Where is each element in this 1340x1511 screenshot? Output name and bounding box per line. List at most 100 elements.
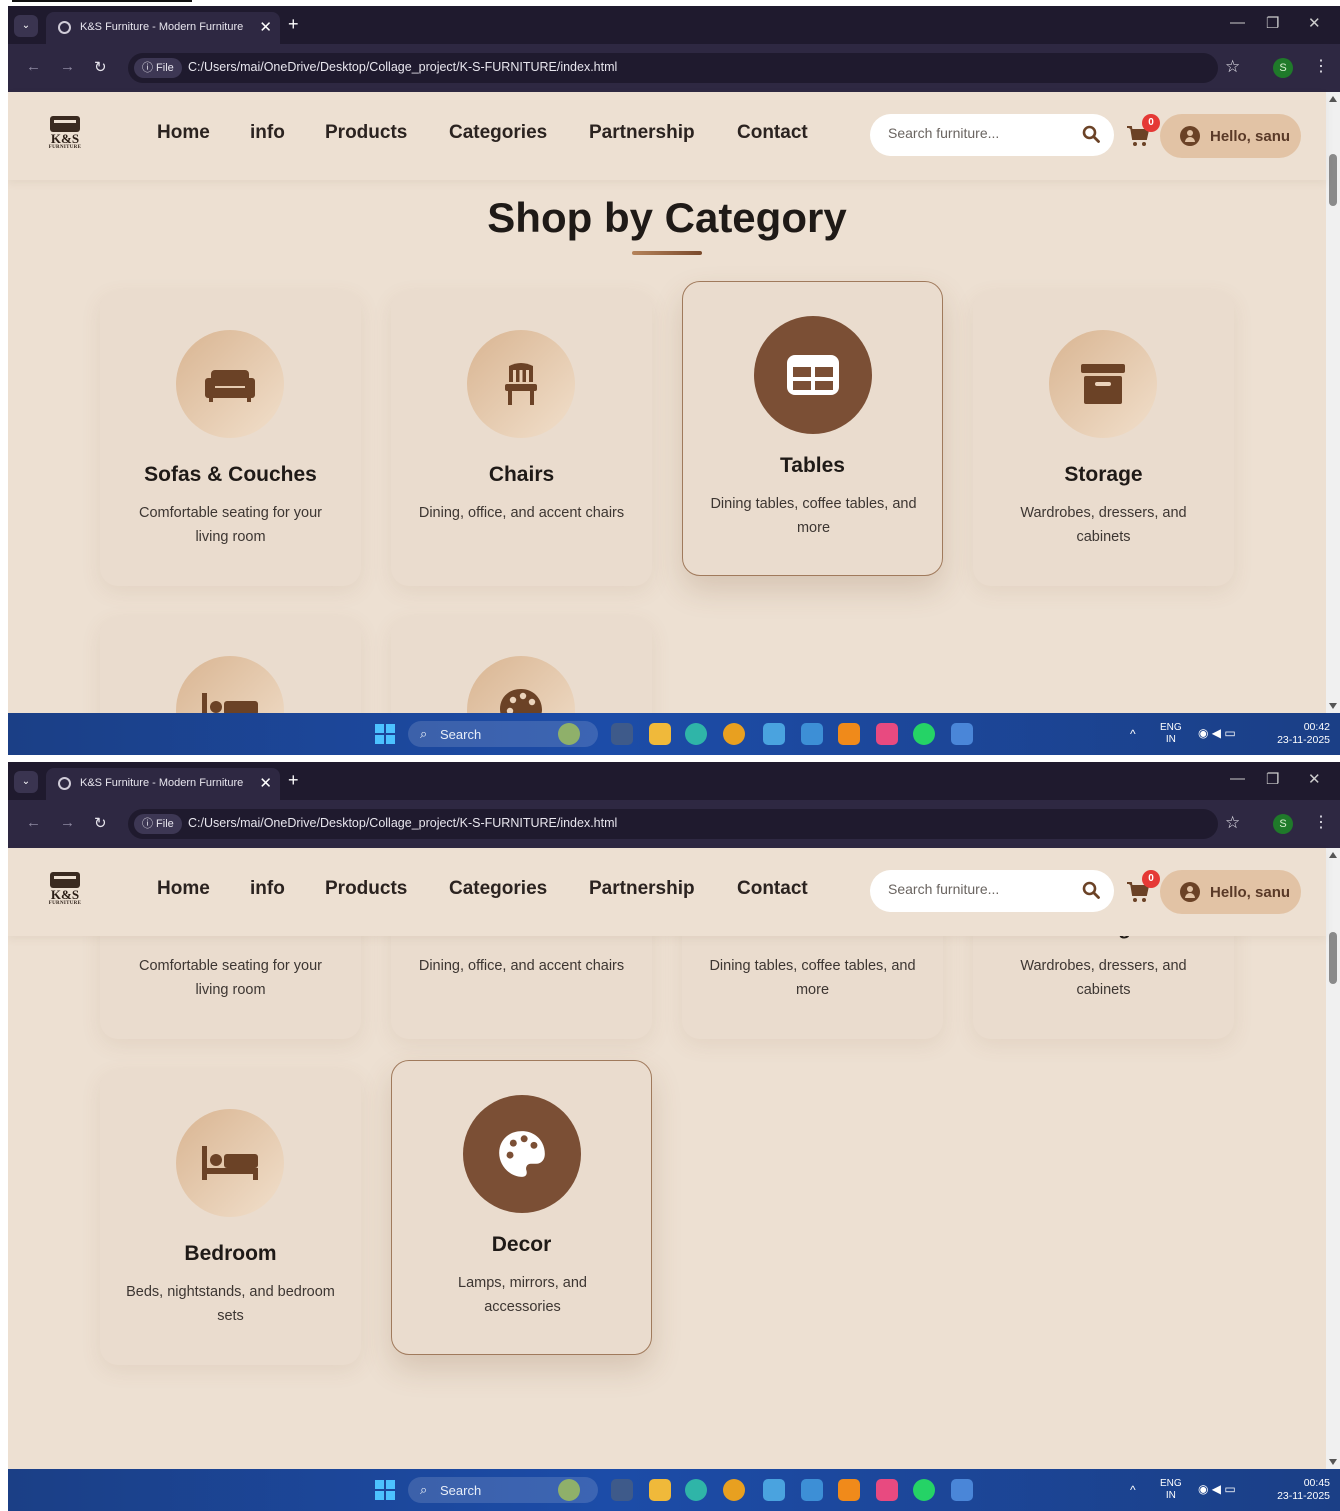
windows-taskbar: ⌕ Search ^ ENG IN ◉ ◀ ▭ 00:45 23-11-2025 <box>8 1469 1340 1511</box>
page-scrollbar[interactable] <box>1326 92 1340 713</box>
xampp-icon[interactable] <box>876 1479 898 1501</box>
file-explorer-icon[interactable] <box>649 1479 671 1501</box>
minimize-icon[interactable]: — <box>1230 14 1245 31</box>
nav-products[interactable]: Products <box>325 878 407 900</box>
nav-info[interactable]: info <box>250 878 285 900</box>
edge-icon[interactable] <box>685 1479 707 1501</box>
forward-icon[interactable]: → <box>60 814 75 831</box>
nav-partnership[interactable]: Partnership <box>589 878 695 900</box>
category-card-chairs[interactable]: Chairs Dining, office, and accent chairs <box>391 291 652 586</box>
search-icon[interactable] <box>1082 881 1100 899</box>
vlc-icon[interactable] <box>838 1479 860 1501</box>
back-icon[interactable]: ← <box>26 814 41 831</box>
nav-categories[interactable]: Categories <box>449 122 547 144</box>
restore-icon[interactable]: ❐ <box>1266 14 1279 32</box>
category-card-tables[interactable]: Tables Dining tables, coffee tables, and… <box>682 281 943 576</box>
snipping-tool-icon[interactable] <box>611 723 633 745</box>
taskbar-clock[interactable]: 00:42 23-11-2025 <box>1277 721 1330 747</box>
notepad-icon[interactable] <box>801 1479 823 1501</box>
url-field[interactable]: ⓘ File C:/Users/mai/OneDrive/Desktop/Col… <box>128 53 1218 83</box>
taskbar-clock[interactable]: 00:45 23-11-2025 <box>1277 1477 1330 1503</box>
widgets-icon[interactable] <box>558 723 580 745</box>
category-card-storage[interactable]: Storage Wardrobes, dressers, and cabinet… <box>973 291 1234 586</box>
nav-partnership[interactable]: Partnership <box>589 122 695 144</box>
python-icon[interactable] <box>763 1479 785 1501</box>
new-tab-button[interactable]: + <box>288 770 299 791</box>
menu-kebab-icon[interactable]: ⋮ <box>1313 812 1329 832</box>
close-tab-icon[interactable]: ✕ <box>259 774 272 792</box>
tab-search-button[interactable]: ⌄ <box>14 15 38 37</box>
user-menu-button[interactable]: Hello, sanu <box>1160 870 1301 914</box>
reload-icon[interactable]: ↻ <box>94 58 107 76</box>
page-scrollbar[interactable] <box>1326 848 1340 1469</box>
back-icon[interactable]: ← <box>26 58 41 75</box>
site-logo[interactable]: K&S FURNITURE <box>40 116 90 156</box>
scroll-up-icon[interactable] <box>1329 96 1337 102</box>
nav-home[interactable]: Home <box>157 878 210 900</box>
nav-home[interactable]: Home <box>157 122 210 144</box>
browser-tab[interactable]: K&S Furniture - Modern Furniture ✕ <box>46 768 280 800</box>
language-indicator[interactable]: ENG IN <box>1160 722 1182 746</box>
close-tab-icon[interactable]: ✕ <box>259 18 272 36</box>
language-indicator[interactable]: ENG IN <box>1160 1478 1182 1502</box>
close-window-icon[interactable]: ✕ <box>1308 14 1321 32</box>
tab-search-button[interactable]: ⌄ <box>14 771 38 793</box>
file-explorer-icon[interactable] <box>649 723 671 745</box>
profile-avatar[interactable]: S <box>1273 58 1293 78</box>
wifi-volume-battery-icon[interactable]: ◉ ◀ ▭ <box>1198 727 1236 739</box>
site-info-chip[interactable]: ⓘ File <box>134 58 182 78</box>
url-field[interactable]: ⓘ File C:/Users/mai/OneDrive/Desktop/Col… <box>128 809 1218 839</box>
whatsapp-icon[interactable] <box>913 723 935 745</box>
new-tab-button[interactable]: + <box>288 14 299 35</box>
xampp-icon[interactable] <box>876 723 898 745</box>
reload-icon[interactable]: ↻ <box>94 814 107 832</box>
bookmark-star-icon[interactable]: ☆ <box>1225 57 1240 77</box>
app-icon[interactable] <box>951 723 973 745</box>
chrome-icon[interactable] <box>723 723 745 745</box>
scroll-up-icon[interactable] <box>1329 852 1337 858</box>
category-card-bedroom[interactable]: Bedroom Beds, nightstands, and bedroom s… <box>100 1070 361 1365</box>
category-card-decor[interactable]: Decor Lamps, mirrors, and accessories <box>391 1060 652 1355</box>
nav-contact[interactable]: Contact <box>737 122 808 144</box>
site-logo[interactable]: K&S FURNITURE <box>40 872 90 912</box>
windows-start-icon[interactable] <box>375 724 395 744</box>
close-window-icon[interactable]: ✕ <box>1308 770 1321 788</box>
chrome-icon[interactable] <box>723 1479 745 1501</box>
category-card-sofas[interactable]: Sofas & Couches Comfortable seating for … <box>100 291 361 586</box>
minimize-icon[interactable]: — <box>1230 770 1245 787</box>
browser-tab[interactable]: K&S Furniture - Modern Furniture ✕ <box>46 12 280 44</box>
profile-avatar[interactable]: S <box>1273 814 1293 834</box>
scroll-thumb[interactable] <box>1329 932 1337 984</box>
widgets-icon[interactable] <box>558 1479 580 1501</box>
category-card-decor[interactable]: Decor Lamps, mirrors, and accessories <box>391 617 652 713</box>
edge-icon[interactable] <box>685 723 707 745</box>
restore-icon[interactable]: ❐ <box>1266 770 1279 788</box>
nav-contact[interactable]: Contact <box>737 878 808 900</box>
scroll-down-icon[interactable] <box>1329 703 1337 709</box>
whatsapp-icon[interactable] <box>913 1479 935 1501</box>
site-info-chip[interactable]: ⓘ File <box>134 814 182 834</box>
search-icon[interactable] <box>1082 125 1100 143</box>
tray-expand-icon[interactable]: ^ <box>1130 728 1136 740</box>
search-input[interactable] <box>888 881 1068 897</box>
windows-start-icon[interactable] <box>375 1480 395 1500</box>
scroll-down-icon[interactable] <box>1329 1459 1337 1465</box>
category-card-bedroom[interactable]: Bedroom Beds, nightstands, and bedroom s… <box>100 617 361 713</box>
vlc-icon[interactable] <box>838 723 860 745</box>
scroll-thumb[interactable] <box>1329 154 1337 206</box>
nav-categories[interactable]: Categories <box>449 878 547 900</box>
menu-kebab-icon[interactable]: ⋮ <box>1313 56 1329 76</box>
snipping-tool-icon[interactable] <box>611 1479 633 1501</box>
user-menu-button[interactable]: Hello, sanu <box>1160 114 1301 158</box>
search-input[interactable] <box>888 125 1068 141</box>
bookmark-star-icon[interactable]: ☆ <box>1225 813 1240 833</box>
app-icon[interactable] <box>951 1479 973 1501</box>
python-icon[interactable] <box>763 723 785 745</box>
user-greeting: Hello, sanu <box>1210 128 1291 145</box>
forward-icon[interactable]: → <box>60 58 75 75</box>
tray-expand-icon[interactable]: ^ <box>1130 1484 1136 1496</box>
nav-info[interactable]: info <box>250 122 285 144</box>
wifi-volume-battery-icon[interactable]: ◉ ◀ ▭ <box>1198 1483 1236 1495</box>
nav-products[interactable]: Products <box>325 122 407 144</box>
notepad-icon[interactable] <box>801 723 823 745</box>
